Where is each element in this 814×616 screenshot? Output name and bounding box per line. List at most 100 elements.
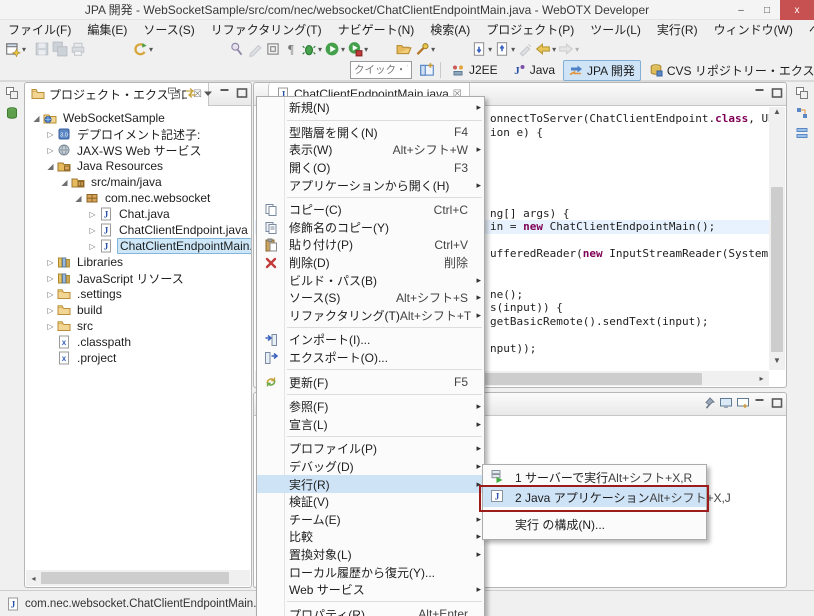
jpa-structure-icon[interactable] bbox=[795, 106, 809, 120]
tool-wand-icon[interactable]: ▾ bbox=[413, 39, 436, 59]
open-folder-icon[interactable] bbox=[395, 39, 413, 59]
menu-検索(A)[interactable]: 検索(A) bbox=[422, 20, 478, 39]
minimize-icon[interactable] bbox=[218, 86, 232, 100]
tree-item-build[interactable]: ▷build bbox=[25, 302, 251, 318]
tree-item-.project[interactable]: x.project bbox=[25, 350, 251, 366]
expand-arrow-icon[interactable]: ▷ bbox=[45, 258, 56, 267]
show-whitespace-icon[interactable]: ¶ bbox=[282, 39, 300, 59]
collapse-arrow-icon[interactable]: ◢ bbox=[31, 114, 42, 123]
menu-item-チーム(E)[interactable]: チーム(E)▸ bbox=[257, 510, 484, 528]
menu-item-エクスポート(O)...[interactable]: エクスポート(O)... bbox=[257, 349, 484, 367]
menu-item-アプリケーションから開く(H)[interactable]: アプリケーションから開く(H)▸ bbox=[257, 176, 484, 194]
menu-リファクタリング(T)[interactable]: リファクタリング(T) bbox=[203, 20, 330, 39]
minimize-button[interactable]: – bbox=[728, 0, 754, 20]
tree-item-.settings[interactable]: ▷.settings bbox=[25, 286, 251, 302]
expand-arrow-icon[interactable]: ▷ bbox=[45, 306, 56, 315]
menu-ヘルプ(H)[interactable]: ヘルプ(H) bbox=[801, 20, 814, 39]
new-wizard-icon[interactable]: ▾ bbox=[4, 39, 27, 59]
tree-item-JAX-WS Web サービス[interactable]: ▷JAX-WS Web サービス bbox=[25, 142, 251, 158]
menu-ツール(L)[interactable]: ツール(L) bbox=[582, 20, 649, 39]
menu-item-修飾名のコピー(Y)[interactable]: 修飾名のコピー(Y) bbox=[257, 219, 484, 237]
menu-item-プロファイル(P)[interactable]: プロファイル(P)▸ bbox=[257, 440, 484, 458]
perspective-J2EE[interactable]: J2EE bbox=[445, 61, 504, 79]
tree-item-ChatClientEndpointMain.java[interactable]: ▷JChatClientEndpointMain.java bbox=[25, 238, 251, 254]
menu-item-インポート(I)...[interactable]: インポート(I)... bbox=[257, 331, 484, 349]
restore-pane-icon[interactable] bbox=[5, 86, 19, 100]
collapse-all-icon[interactable] bbox=[167, 86, 181, 100]
tree-item-Chat.java[interactable]: ▷JChat.java bbox=[25, 206, 251, 222]
expand-arrow-icon[interactable]: ▷ bbox=[87, 210, 98, 219]
menu-ソース(S)[interactable]: ソース(S) bbox=[135, 20, 202, 39]
menu-item-コピー(C)[interactable]: コピー(C)Ctrl+C bbox=[257, 201, 484, 219]
menu-編集(E)[interactable]: 編集(E) bbox=[79, 20, 135, 39]
run-icon[interactable]: ▾ bbox=[323, 39, 346, 59]
menu-item-新規(N)[interactable]: 新規(N)▸ bbox=[257, 99, 484, 117]
scroll-up-icon[interactable]: ▲ bbox=[769, 107, 785, 121]
menu-item-検証(V)[interactable]: 検証(V) bbox=[257, 493, 484, 511]
scroll-down-icon[interactable]: ▼ bbox=[769, 356, 785, 370]
perspective-Java[interactable]: JJava bbox=[506, 61, 561, 79]
jpa-details-icon[interactable] bbox=[795, 126, 809, 140]
maximize-icon[interactable] bbox=[770, 396, 784, 410]
back-icon[interactable]: ▾ bbox=[534, 39, 557, 59]
tree-item-.classpath[interactable]: x.classpath bbox=[25, 334, 251, 350]
menu-item-置換対象(L)[interactable]: 置換対象(L)▸ bbox=[257, 546, 484, 564]
editor-vscrollbar[interactable]: ▲ ▼ bbox=[769, 107, 785, 370]
menu-item-ローカル履歴から復元(Y)...[interactable]: ローカル履歴から復元(Y)... bbox=[257, 563, 484, 581]
menu-ウィンドウ(W)[interactable]: ウィンドウ(W) bbox=[706, 20, 801, 39]
minimize-icon[interactable] bbox=[753, 396, 767, 410]
restore-pane-icon[interactable] bbox=[795, 86, 809, 100]
tree-item-JavaScript リソース[interactable]: ▷JavaScript リソース bbox=[25, 270, 251, 286]
collapse-arrow-icon[interactable]: ◢ bbox=[59, 178, 70, 187]
otx-sync-icon[interactable]: ▾ bbox=[131, 39, 154, 59]
perspective-CVS リポジトリー・エクスプローラー[interactable]: CVS リポジトリー・エクスプローラー bbox=[643, 60, 814, 81]
mark-occurrences-icon[interactable] bbox=[228, 39, 246, 59]
scroll-left-icon[interactable]: ◂ bbox=[26, 574, 41, 583]
menu-ファイル(F)[interactable]: ファイル(F) bbox=[0, 20, 79, 39]
tree-item-WebSocketSample[interactable]: ◢WebSocketSample bbox=[25, 110, 251, 126]
menu-item-宣言(L)[interactable]: 宣言(L)▸ bbox=[257, 416, 484, 434]
menu-item-貼り付け(P)[interactable]: 貼り付け(P)Ctrl+V bbox=[257, 236, 484, 254]
menu-item-実行(R)[interactable]: 実行(R)▸ bbox=[257, 475, 484, 493]
menu-プロジェクト(P)[interactable]: プロジェクト(P) bbox=[478, 20, 582, 39]
menu-item-比較[interactable]: 比較▸ bbox=[257, 528, 484, 546]
expand-arrow-icon[interactable]: ▷ bbox=[87, 226, 98, 235]
open-perspective-button[interactable] bbox=[418, 60, 436, 80]
tree-item-src[interactable]: ▷src bbox=[25, 318, 251, 334]
menu-item-リファクタリング(T)[interactable]: リファクタリング(T)Alt+シフト+T▸ bbox=[257, 307, 484, 325]
prev-annotation-icon[interactable]: ▾ bbox=[493, 39, 516, 59]
menu-item-実行 の構成(N)...[interactable]: 実行 の構成(N)... bbox=[483, 514, 706, 534]
expand-arrow-icon[interactable]: ▷ bbox=[45, 290, 56, 299]
debug-icon[interactable]: ▾ bbox=[300, 39, 323, 59]
tree-item-src/main/java[interactable]: ◢src/main/java bbox=[25, 174, 251, 190]
minimize-icon[interactable] bbox=[753, 86, 767, 100]
tree-item-Libraries[interactable]: ▷Libraries bbox=[25, 254, 251, 270]
expand-arrow-icon[interactable]: ▷ bbox=[45, 274, 56, 283]
expand-arrow-icon[interactable]: ▷ bbox=[45, 130, 56, 139]
scroll-right-icon[interactable]: ▸ bbox=[754, 374, 769, 383]
collapse-arrow-icon[interactable]: ◢ bbox=[45, 162, 56, 171]
menu-item-参照(F)[interactable]: 参照(F)▸ bbox=[257, 398, 484, 416]
menu-item-削除(D)[interactable]: 削除(D)削除 bbox=[257, 254, 484, 272]
data-source-explorer-icon[interactable] bbox=[5, 106, 19, 120]
next-annotation-icon[interactable]: ▾ bbox=[470, 39, 493, 59]
close-button[interactable]: x bbox=[780, 0, 814, 20]
menu-ナビゲート(N)[interactable]: ナビゲート(N) bbox=[330, 20, 423, 39]
collapse-arrow-icon[interactable]: ◢ bbox=[73, 194, 84, 203]
maximize-button[interactable]: □ bbox=[754, 0, 780, 20]
tree-item-Java Resources[interactable]: ◢Java Resources bbox=[25, 158, 251, 174]
expand-arrow-icon[interactable]: ▷ bbox=[45, 322, 56, 331]
menu-item-開く(O)[interactable]: 開く(O)F3 bbox=[257, 159, 484, 177]
expand-arrow-icon[interactable]: ▷ bbox=[87, 242, 98, 251]
menu-item-表示(W)[interactable]: 表示(W)Alt+シフト+W▸ bbox=[257, 141, 484, 159]
maximize-icon[interactable] bbox=[235, 86, 249, 100]
perspective-JPA 開発[interactable]: JPA 開発 bbox=[563, 60, 641, 81]
menu-item-型階層を開く(N)[interactable]: 型階層を開く(N)F4 bbox=[257, 124, 484, 142]
menu-item-更新(F)[interactable]: 更新(F)F5 bbox=[257, 373, 484, 391]
pin-console-icon[interactable] bbox=[702, 396, 716, 410]
maximize-icon[interactable] bbox=[770, 86, 784, 100]
explorer-hscrollbar[interactable]: ◂ bbox=[26, 570, 250, 586]
menu-item-プロパティ(R)[interactable]: プロパティ(R)Alt+Enter bbox=[257, 605, 484, 616]
menu-実行(R)[interactable]: 実行(R) bbox=[649, 20, 706, 39]
tree-item-com.nec.websocket[interactable]: ◢com.nec.websocket bbox=[25, 190, 251, 206]
